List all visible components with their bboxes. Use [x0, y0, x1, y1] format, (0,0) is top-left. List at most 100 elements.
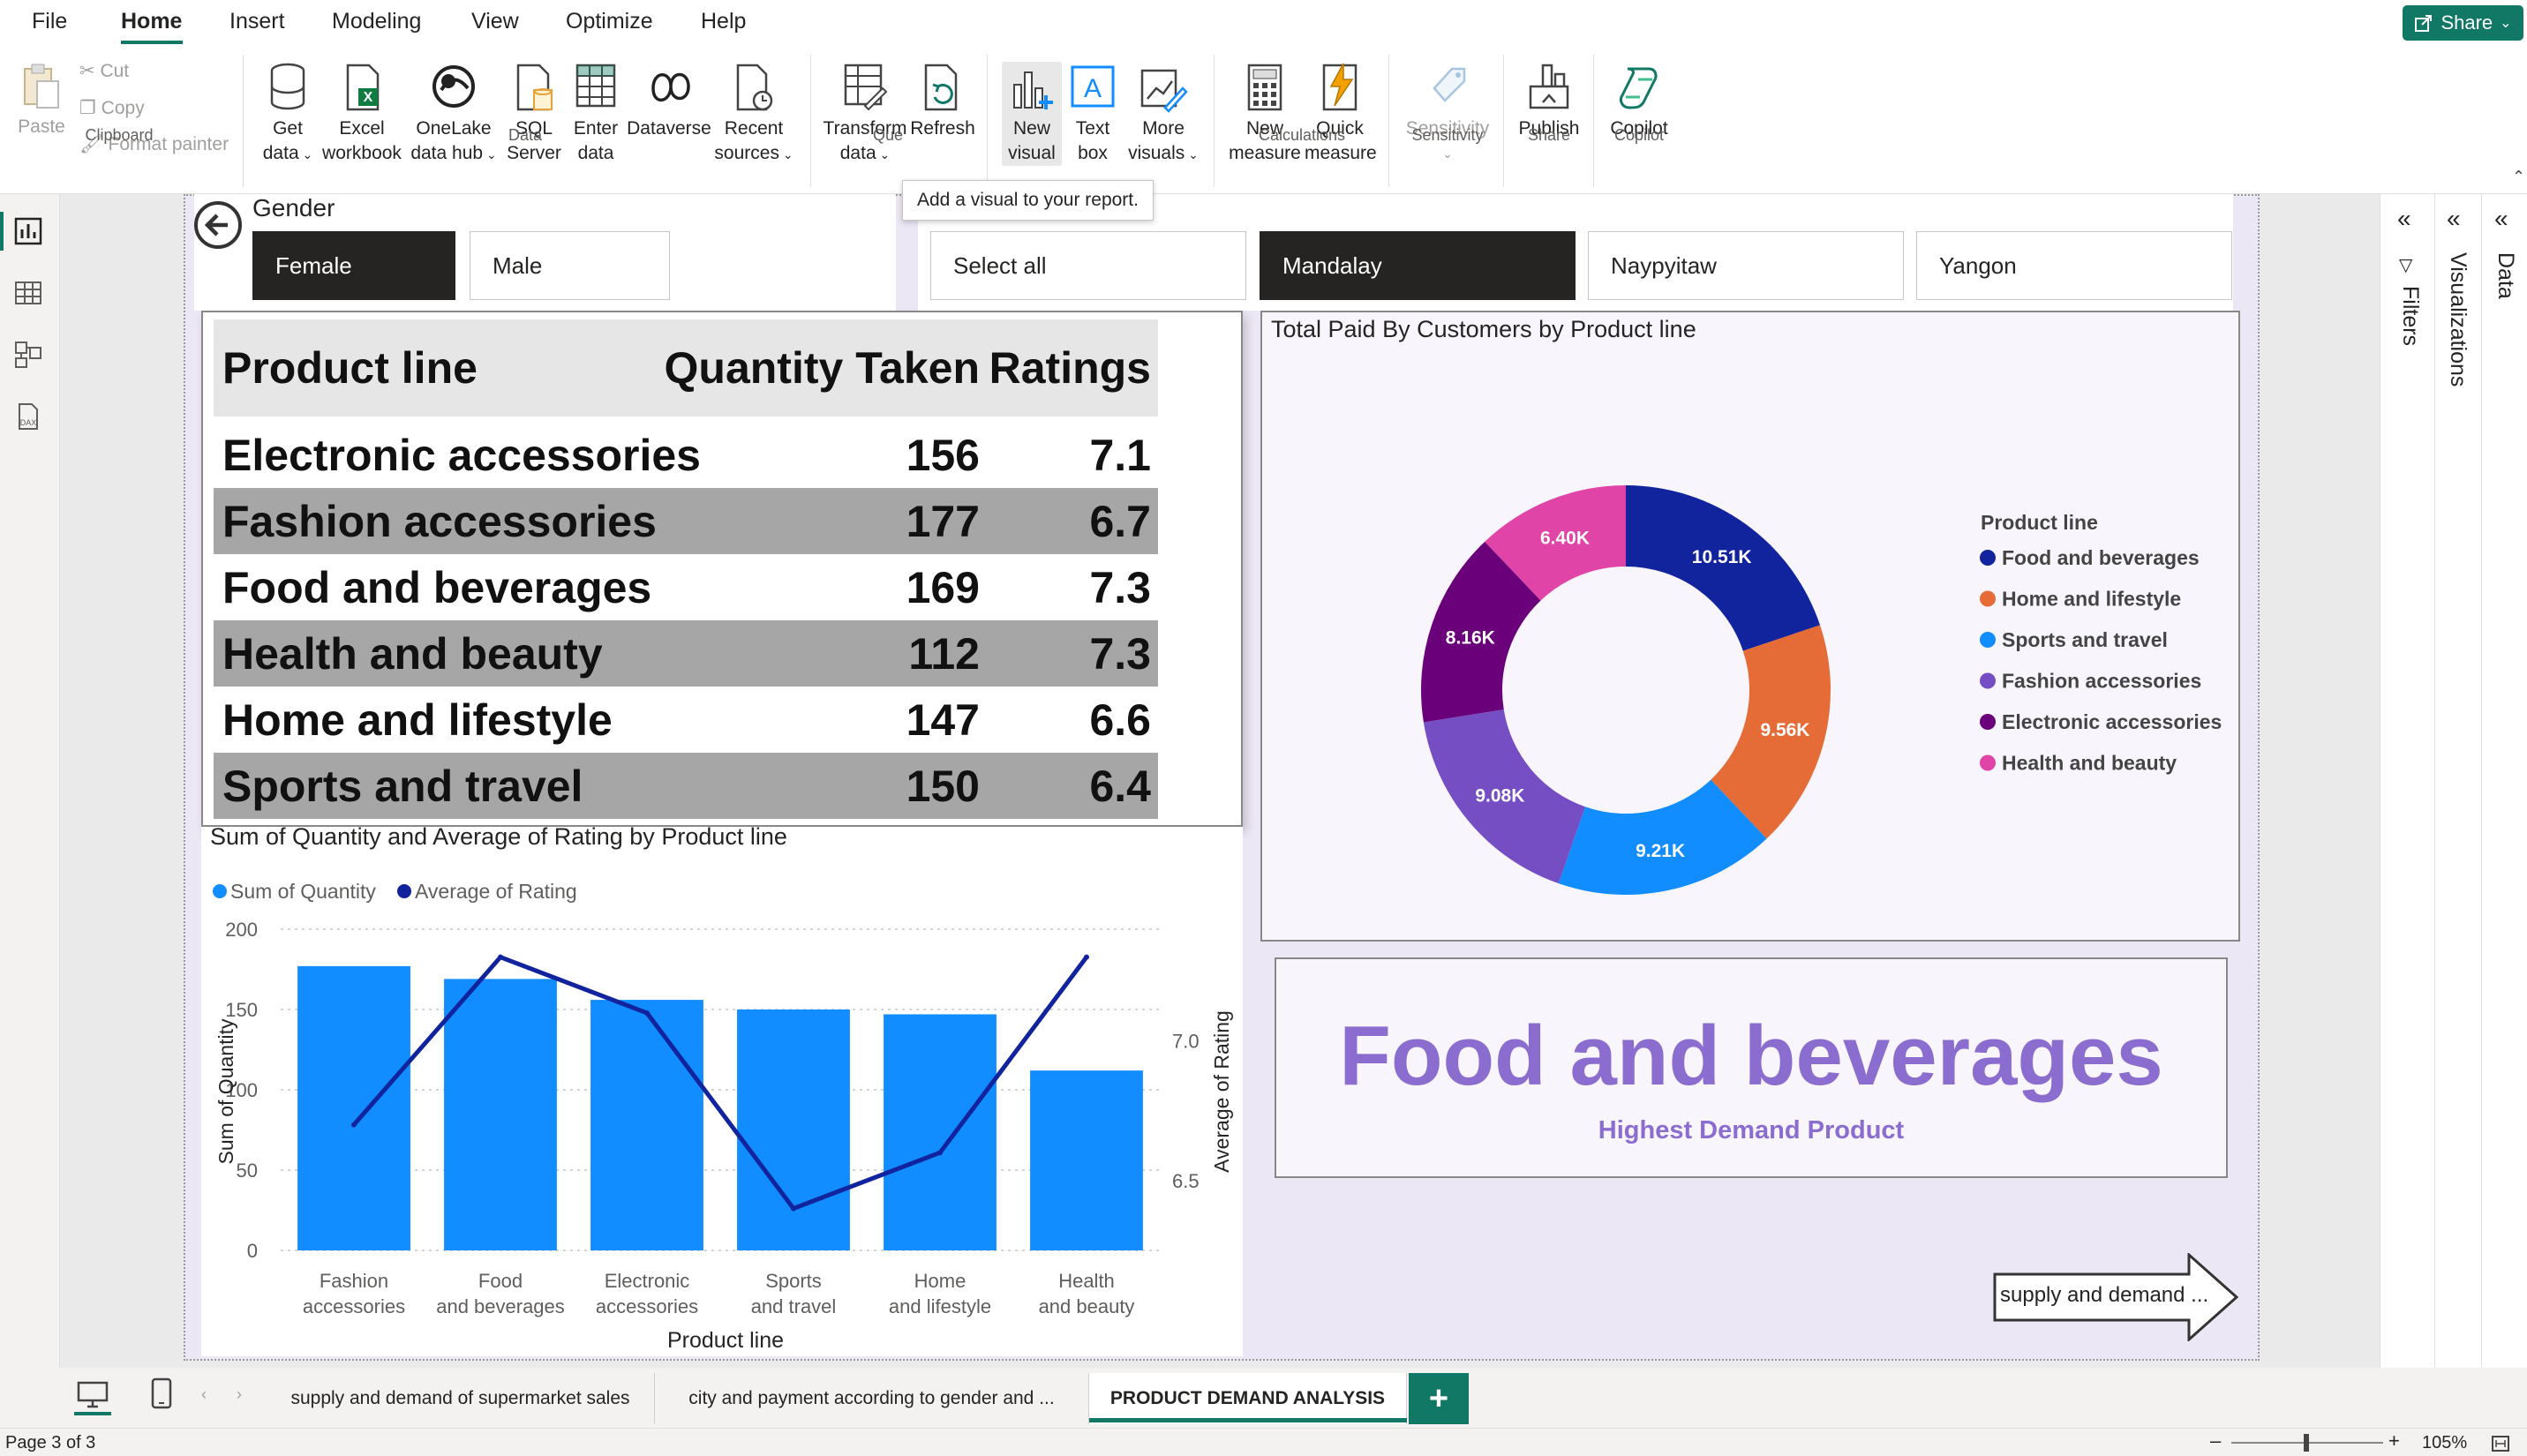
table-row[interactable]: Home and lifestyle 147 6.6 [214, 687, 1158, 753]
menu-view[interactable]: View [471, 9, 519, 34]
donut-legend-label[interactable]: Sports and travel [2002, 628, 2168, 651]
menu-help[interactable]: Help [701, 9, 746, 34]
recent-sources-button[interactable]: Recent sources ⌄ [711, 62, 796, 167]
share-button[interactable]: Share ⌄ [2403, 5, 2523, 41]
line-point[interactable] [644, 1009, 650, 1016]
filters-pane-label[interactable]: Filters [2397, 286, 2423, 346]
fit-to-page-icon[interactable] [2491, 1435, 2510, 1452]
mobile-layout-icon[interactable] [150, 1377, 173, 1410]
page-tab-1[interactable]: supply and demand of supermarket sales [267, 1373, 655, 1424]
collapse-ribbon-icon[interactable]: ⌃ [2512, 168, 2525, 186]
cut-button[interactable]: ✂ Cut [79, 60, 129, 82]
data-pane-label[interactable]: Data [2493, 252, 2518, 299]
slicer-option-naypyitaw[interactable]: Naypyitaw [1588, 231, 1904, 300]
expand-visualizations-icon[interactable]: « [2447, 205, 2461, 233]
desktop-layout-icon[interactable] [76, 1380, 109, 1410]
column-header-ratings[interactable]: Ratings [989, 342, 1151, 394]
donut-legend-label[interactable]: Home and lifestyle [2002, 588, 2181, 611]
kpi-card[interactable]: Food and beverages Highest Demand Produc… [1275, 957, 2228, 1178]
refresh-button[interactable]: Refresh [909, 62, 976, 141]
table-row[interactable]: Electronic accessories 156 7.1 [214, 422, 1158, 488]
column-header-quantity[interactable]: Quantity Taken [665, 342, 980, 394]
text-box-button[interactable]: A Text box [1066, 62, 1119, 166]
sensitivity-button[interactable]: Sensitivity ⌄ [1399, 62, 1496, 166]
donut-legend-label[interactable]: Electronic accessories [2002, 710, 2222, 733]
model-view-icon[interactable] [12, 339, 44, 371]
bar-quantity[interactable] [737, 1009, 850, 1250]
column-header-product-line[interactable]: Product line [222, 342, 478, 394]
quick-measure-button[interactable]: Quick measure [1305, 62, 1377, 166]
line-point[interactable] [937, 1150, 943, 1156]
expand-filters-icon[interactable]: « [2397, 205, 2411, 233]
table-row[interactable]: Sports and travel 150 6.4 [214, 753, 1158, 819]
slicer-option-yangon[interactable]: Yangon [1916, 231, 2232, 300]
excel-label-1: Excel [339, 118, 385, 139]
donut-legend-label[interactable]: Food and beverages [2002, 546, 2200, 569]
x-tick-label: and travel [751, 1295, 837, 1317]
slicer-option-female[interactable]: Female [252, 231, 455, 300]
page-tab-2[interactable]: city and payment according to gender and… [655, 1373, 1089, 1424]
table-view-icon[interactable] [12, 277, 44, 309]
donut-legend-label[interactable]: Health and beauty [2002, 752, 2177, 775]
donut-chart-card[interactable]: Total Paid By Customers by Product line … [1260, 311, 2240, 942]
line-point[interactable] [791, 1205, 796, 1212]
donut-legend-label[interactable]: Fashion accessories [2002, 670, 2201, 693]
table-row[interactable]: Food and beverages 169 7.3 [214, 554, 1158, 620]
excel-workbook-button[interactable]: X Excel workbook [320, 62, 404, 166]
page-navigation-button[interactable]: supply and demand ... [1993, 1251, 2240, 1343]
menu-insert[interactable]: Insert [229, 9, 285, 34]
report-view-icon[interactable] [12, 215, 44, 247]
slicer-option-male[interactable]: Male [470, 231, 670, 300]
slicer-option-select-all[interactable]: Select all [930, 231, 1246, 300]
combo-chart-card[interactable]: Sum of Quantity and Average of Rating by… [201, 823, 1243, 1356]
donut-data-label: 10.51K [1692, 547, 1752, 567]
table-row[interactable]: Health and beauty 112 7.3 [214, 620, 1158, 687]
text-box-label-1: Text [1075, 118, 1110, 139]
menu-file[interactable]: File [32, 9, 67, 34]
dax-query-view-icon[interactable]: DAX [12, 401, 44, 432]
sql-server-button[interactable]: SQL Server [503, 62, 565, 166]
x-tick-label: and beverages [436, 1295, 565, 1317]
legend-label-quantity[interactable]: Sum of Quantity [230, 880, 376, 903]
add-page-button[interactable]: + [1409, 1373, 1469, 1424]
menu-optimize[interactable]: Optimize [566, 9, 653, 34]
enter-data-button[interactable]: Enter data [565, 62, 627, 166]
bar-quantity[interactable] [1030, 1070, 1143, 1250]
copy-button[interactable]: ❐ Copy [79, 97, 145, 119]
zoom-slider-thumb[interactable] [2304, 1434, 2309, 1452]
onelake-button[interactable]: OneLake data hub ⌄ [408, 62, 500, 167]
table-row[interactable]: Fashion accessories 177 6.7 [214, 488, 1158, 554]
menu-modeling[interactable]: Modeling [332, 9, 421, 34]
slicer-option-mandalay[interactable]: Mandalay [1260, 231, 1576, 300]
zoom-out-button[interactable]: – [2210, 1430, 2221, 1452]
bar-quantity[interactable] [884, 1014, 997, 1250]
new-measure-button[interactable]: New measure [1227, 62, 1303, 166]
visualizations-pane-label[interactable]: Visualizations [2445, 252, 2471, 387]
zoom-in-button[interactable]: + [2388, 1430, 2400, 1452]
line-point[interactable] [351, 1122, 357, 1128]
bar-quantity[interactable] [297, 965, 410, 1250]
line-point[interactable] [498, 954, 503, 960]
scroll-tabs-right-icon[interactable]: › [237, 1385, 242, 1404]
get-data-button[interactable]: Get data ⌄ [256, 62, 320, 167]
group-label-share: Share [1527, 126, 1571, 144]
scroll-tabs-left-icon[interactable]: ‹ [201, 1385, 207, 1404]
more-visuals-button[interactable]: More visuals ⌄ [1121, 62, 1206, 167]
menu-home[interactable]: Home [121, 9, 182, 34]
line-point[interactable] [1084, 954, 1089, 960]
cell-quantity: 169 [906, 562, 980, 612]
legend-label-rating[interactable]: Average of Rating [415, 880, 577, 903]
bar-quantity[interactable] [444, 979, 557, 1250]
expand-data-icon[interactable]: « [2494, 205, 2508, 233]
combo-chart-title: Sum of Quantity and Average of Rating by… [210, 827, 787, 850]
cell-product: Health and beauty [222, 628, 603, 679]
bar-quantity[interactable] [590, 1000, 703, 1250]
product-table[interactable]: Product line Quantity Taken Ratings Elec… [201, 311, 1243, 827]
back-arrow-icon[interactable] [192, 199, 244, 251]
page-tab-active[interactable]: PRODUCT DEMAND ANALYSIS [1089, 1373, 1407, 1424]
donut-slice[interactable] [1626, 485, 1821, 651]
transform-data-button[interactable]: Transform data ⌄ [821, 62, 909, 167]
dataverse-button[interactable]: Dataverse [627, 62, 711, 141]
new-visual-button[interactable]: New visual [1002, 62, 1062, 166]
x-tick-label: accessories [596, 1295, 698, 1317]
